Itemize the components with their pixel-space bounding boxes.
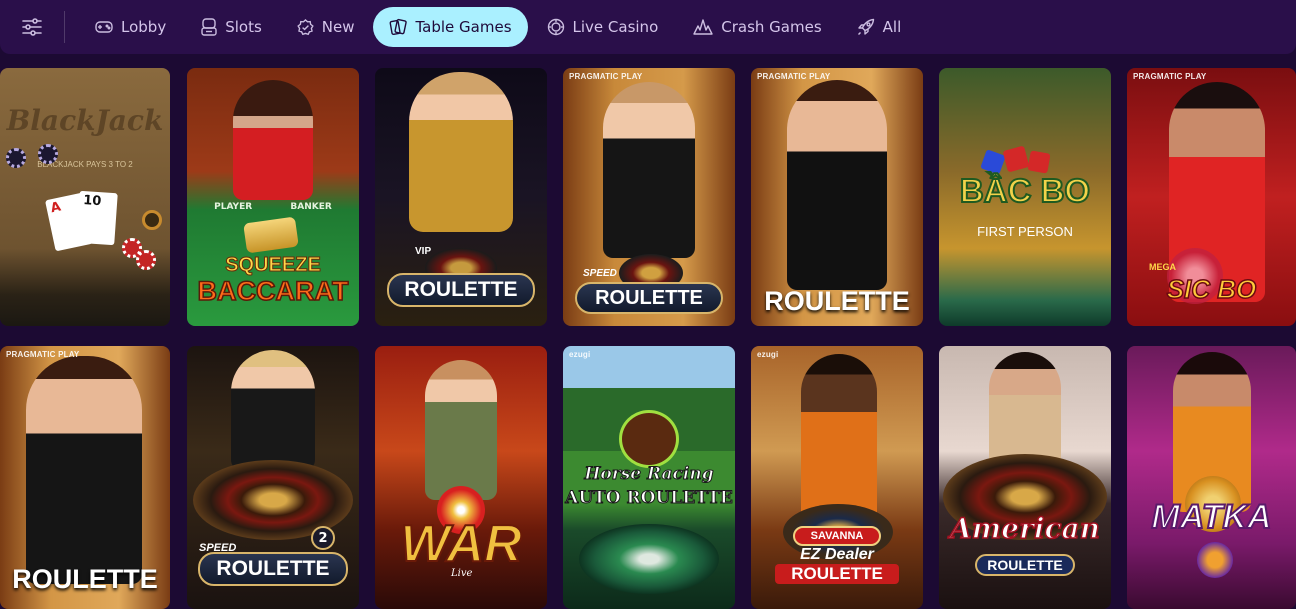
tab-live-casino[interactable]: Live Casino [531,7,675,47]
game-title-top: Horse Racing [584,464,714,485]
game-prefix: VIP [415,246,432,257]
game-subtitle: FIRST PERSON [977,224,1073,239]
playing-card: 10 [76,190,118,246]
game-title: ROULETTE [198,552,348,586]
game-card-mega-sic-bo[interactable]: PRAGMATIC PLAY MEGA SIC BO [1127,68,1296,326]
game-title-top: American [949,511,1101,546]
nav-divider [64,11,65,43]
game-card-roulette[interactable]: PRAGMATIC PLAY ROULETTE [751,68,923,326]
game-card-american-roulette[interactable]: American ROULETTE [939,346,1111,609]
banker-label: BANKER [290,202,332,212]
table-text: BLACKJACK PAYS 3 TO 2 [37,160,133,169]
provider-logo: PRAGMATIC PLAY [1133,72,1207,81]
tab-label: New [321,18,355,36]
game-card-war[interactable]: WAR Live [375,346,547,609]
tab-label: Table Games [415,18,512,36]
tab-lobby[interactable]: Lobby [79,7,182,47]
games-grid: BlackJack BLACKJACK PAYS 3 TO 2 A 10 PLA… [0,68,1296,609]
game-title-top: SQUEEZE [225,254,322,277]
game-card-blackjack[interactable]: BlackJack BLACKJACK PAYS 3 TO 2 A 10 [0,68,170,326]
game-title: SIC BO [1166,273,1257,305]
game-title: ROULETTE [575,282,723,314]
game-title: AUTO ROULETTE [565,488,734,509]
version-badge: 2 [311,526,335,550]
tab-crash-games[interactable]: Crash Games [677,7,837,47]
provider-logo: PRAGMATIC PLAY [757,72,831,81]
badge-check-icon [297,18,314,35]
tab-label: Crash Games [721,18,822,36]
game-title: ROULETTE [975,554,1075,576]
game-title-top: SAVANNA [793,526,881,546]
cards-icon [390,18,408,36]
game-title: ROULETTE [387,273,535,307]
gamepad-icon [95,21,113,33]
crash-icon [693,19,713,35]
tab-label: Live Casino [572,18,659,36]
game-title: ROULETTE [764,286,910,316]
slot-machine-icon [201,18,217,36]
game-card-matka[interactable]: MATKA [1127,346,1296,609]
game-suffix: Live [451,568,473,579]
provider-logo: ezugi [569,350,591,359]
game-card-roulette[interactable]: PRAGMATIC PLAY ROULETTE [0,346,170,609]
game-title: WAR [399,514,522,574]
game-card-speed-roulette-2[interactable]: SPEED ROULETTE 2 [187,346,359,609]
game-card-vip-roulette[interactable]: VIP ROULETTE [375,68,547,326]
game-prefix: EZ Dealer [800,546,874,563]
game-title: BACCARAT [197,275,349,307]
game-title: BlackJack [6,104,164,137]
game-title: MATKA [1150,497,1272,537]
game-prefix: SPEED [583,268,617,279]
game-card-squeeze-baccarat[interactable]: PLAYER BANKER SQUEEZE BACCARAT [187,68,359,326]
game-card-bac-bo[interactable]: BẦC BO FIRST PERSON [939,68,1111,326]
chip-icon [547,18,564,36]
rocket-icon [857,18,874,35]
provider-logo: ezugi [757,350,779,359]
game-prefix: MEGA [1149,262,1176,272]
filter-button[interactable] [0,0,64,54]
provider-logo: PRAGMATIC PLAY [569,72,643,81]
game-title: BẦC BO [959,171,1091,210]
tab-new[interactable]: New [281,7,371,47]
sliders-icon [22,18,42,36]
game-title: ROULETTE [775,564,899,584]
tab-label: All [882,18,902,36]
game-card-ez-dealer-roulette[interactable]: ezugi SAVANNA EZ Dealer ROULETTE [751,346,923,609]
category-nav: Lobby Slots New Table Games Live Casino … [0,0,1296,54]
tab-label: Lobby [121,18,167,36]
game-card-horse-racing-roulette[interactable]: ezugi Horse Racing AUTO ROULETTE [563,346,735,609]
game-card-speed-roulette[interactable]: PRAGMATIC PLAY SPEED ROULETTE [563,68,735,326]
player-label: PLAYER [214,202,253,212]
tab-label: Slots [225,18,262,36]
provider-logo: PRAGMATIC PLAY [6,350,80,359]
tab-slots[interactable]: Slots [185,7,278,47]
tab-table-games[interactable]: Table Games [373,7,528,47]
game-title: ROULETTE [12,564,158,594]
tab-all[interactable]: All [841,7,918,47]
